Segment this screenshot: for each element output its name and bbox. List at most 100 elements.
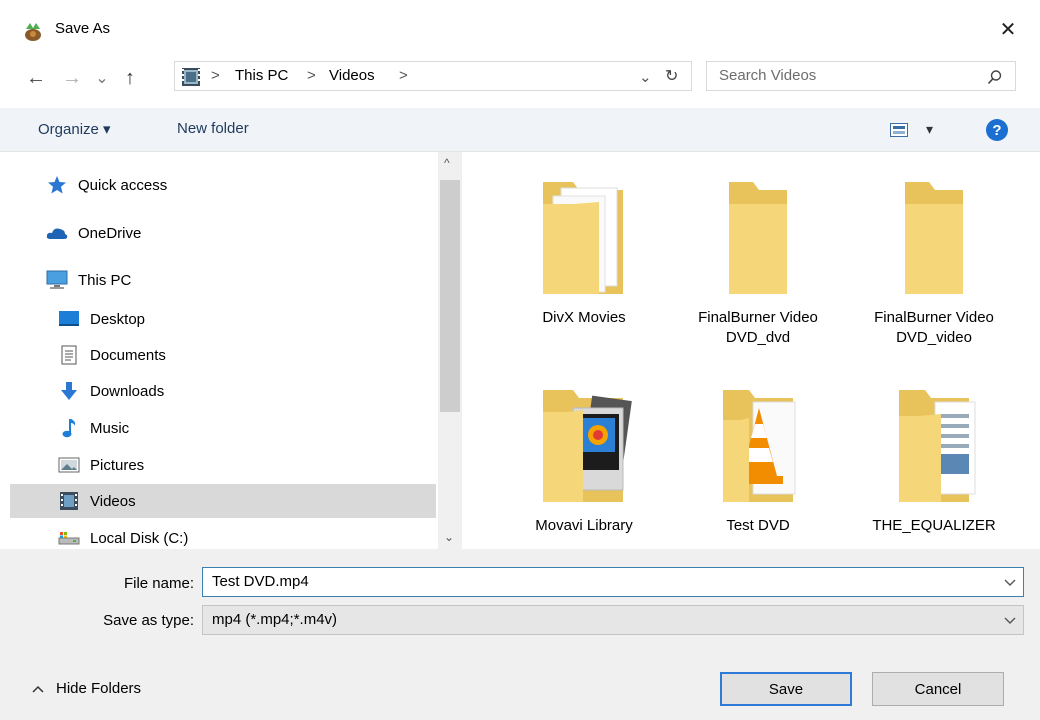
forward-button[interactable]: → — [58, 64, 86, 92]
computer-icon — [46, 269, 68, 291]
sidebar-item-pictures[interactable]: Pictures — [58, 448, 438, 482]
back-button[interactable]: ← — [22, 64, 50, 92]
hide-folders-label: Hide Folders — [56, 680, 142, 697]
address-bar[interactable]: > This PC > Videos > ⌄ ↻ — [174, 61, 692, 91]
hide-folders-button[interactable]: Hide Folders — [32, 680, 141, 697]
sidebar-item-music[interactable]: Music — [58, 411, 438, 445]
navigation-pane: Quick access OneDrive This PC Desktop Do… — [0, 152, 464, 549]
file-list: DivX Movies FinalBurner Video DVD_dvd Fi… — [464, 152, 1040, 549]
documents-icon — [58, 344, 80, 366]
search-box[interactable]: Search Videos — [706, 61, 1016, 91]
sidebar-item-onedrive[interactable]: OneDrive — [46, 216, 426, 250]
save-as-type-label: Save as type: — [103, 612, 194, 629]
close-button[interactable]: ✕ — [988, 14, 1028, 44]
back-arrow-icon: ← — [26, 66, 46, 89]
search-input[interactable]: Search Videos — [719, 67, 816, 84]
sidebar-item-local-disk[interactable]: Local Disk (C:) — [58, 521, 438, 549]
new-folder-button[interactable]: New folder — [177, 120, 249, 137]
music-icon — [58, 417, 80, 439]
file-name-label: File name: — [123, 575, 194, 592]
videos-location-icon — [182, 68, 200, 86]
pictures-icon — [58, 454, 80, 476]
close-icon: ✕ — [999, 18, 1017, 41]
folder-label: Movavi Library — [535, 517, 633, 534]
folder-label: FinalBurner Video DVD_video — [874, 309, 994, 346]
folder-label: DivX Movies — [542, 309, 626, 326]
search-icon — [987, 70, 1002, 85]
window-title: Save As — [55, 20, 111, 37]
cancel-button[interactable]: Cancel — [872, 672, 1004, 706]
chevron-up-icon — [32, 685, 44, 693]
folder-icon — [543, 182, 623, 294]
scrollbar-thumb[interactable] — [440, 180, 460, 412]
folder-item[interactable]: Movavi Library — [504, 384, 664, 536]
refresh-icon[interactable]: ↻ — [665, 66, 678, 86]
sidebar-item-videos[interactable]: Videos — [10, 484, 436, 518]
sidebar-item-label: Downloads — [90, 382, 165, 400]
breadcrumb-this-pc[interactable]: This PC — [235, 67, 288, 84]
help-icon: ? — [992, 121, 1002, 139]
save-button-label: Save — [768, 680, 804, 698]
file-name-input[interactable]: Test DVD.mp4 — [212, 573, 309, 590]
chevron-down-icon: ⌄ — [95, 70, 109, 87]
sidebar-item-downloads[interactable]: Downloads — [58, 374, 438, 408]
folder-item[interactable]: FinalBurner Video DVD_video — [854, 176, 1014, 348]
folder-item[interactable]: DivX Movies — [504, 176, 664, 328]
scroll-up-icon[interactable]: ^ — [444, 156, 450, 170]
save-button[interactable]: Save — [720, 672, 852, 706]
sidebar-item-label: OneDrive — [78, 224, 142, 242]
cloud-icon — [46, 222, 68, 244]
sidebar-item-desktop[interactable]: Desktop — [58, 302, 438, 336]
up-button[interactable]: ↑ — [116, 64, 144, 92]
folder-item[interactable]: FinalBurner Video DVD_dvd — [678, 176, 838, 348]
chevron-down-icon: ▾ — [926, 121, 934, 137]
disk-icon — [58, 527, 80, 549]
sidebar-item-label: Videos — [90, 492, 136, 510]
sidebar-item-label: This PC — [78, 271, 132, 289]
sidebar-item-label: Pictures — [90, 456, 145, 474]
folder-label: Test DVD — [726, 517, 790, 534]
command-bar: Organize ▾ New folder ▾ ? — [0, 108, 1040, 152]
folder-icon — [899, 390, 976, 502]
scroll-down-icon[interactable]: ⌄ — [444, 530, 454, 544]
file-name-field[interactable]: Test DVD.mp4 — [202, 567, 1024, 597]
folder-item[interactable]: Test DVD — [678, 384, 838, 536]
breadcrumb-videos[interactable]: Videos — [329, 67, 375, 84]
cancel-button-label: Cancel — [914, 680, 962, 698]
title-bar: Save As ✕ — [0, 0, 1040, 56]
breadcrumb-separator: > — [399, 67, 408, 84]
folder-icon — [905, 182, 963, 294]
folder-label: FinalBurner Video DVD_dvd — [698, 309, 818, 346]
videos-icon — [58, 490, 80, 512]
chevron-down-icon[interactable] — [1003, 575, 1017, 589]
recent-locations-button[interactable]: ⌄ — [90, 64, 114, 92]
view-icon — [890, 123, 908, 137]
sidebar-item-label: Documents — [90, 346, 166, 364]
sidebar-item-label: Desktop — [90, 310, 146, 328]
chevron-down-icon — [1004, 617, 1016, 624]
download-icon — [58, 380, 80, 402]
navigation-scrollbar[interactable]: ^ ⌄ — [438, 152, 462, 549]
folder-label: THE_EQUALIZER — [872, 517, 996, 534]
sidebar-item-quick-access[interactable]: Quick access — [46, 168, 426, 202]
app-icon — [25, 23, 41, 41]
organize-button[interactable]: Organize ▾ — [38, 120, 111, 138]
sidebar-item-label: Music — [90, 419, 130, 437]
folder-icon — [723, 390, 796, 502]
change-view-button[interactable]: ▾ — [890, 121, 940, 140]
sidebar-item-this-pc[interactable]: This PC — [46, 263, 426, 297]
up-arrow-icon: ↑ — [125, 66, 135, 89]
folder-icon — [729, 182, 787, 294]
save-as-type-value: mp4 (*.mp4;*.m4v) — [212, 611, 338, 628]
save-as-type-select[interactable]: mp4 (*.mp4;*.m4v) — [202, 605, 1024, 635]
sidebar-item-documents[interactable]: Documents — [58, 338, 438, 372]
folder-icon — [543, 390, 632, 502]
desktop-icon — [58, 308, 80, 330]
folder-item[interactable]: THE_EQUALIZER — [854, 384, 1014, 536]
breadcrumb-separator: > — [307, 67, 316, 84]
sidebar-item-label: Quick access — [78, 176, 168, 194]
address-dropdown-icon[interactable]: ⌄ — [639, 68, 652, 86]
sidebar-item-label: Local Disk (C:) — [90, 529, 189, 547]
help-button[interactable]: ? — [986, 119, 1008, 141]
breadcrumb-separator: > — [211, 67, 220, 84]
